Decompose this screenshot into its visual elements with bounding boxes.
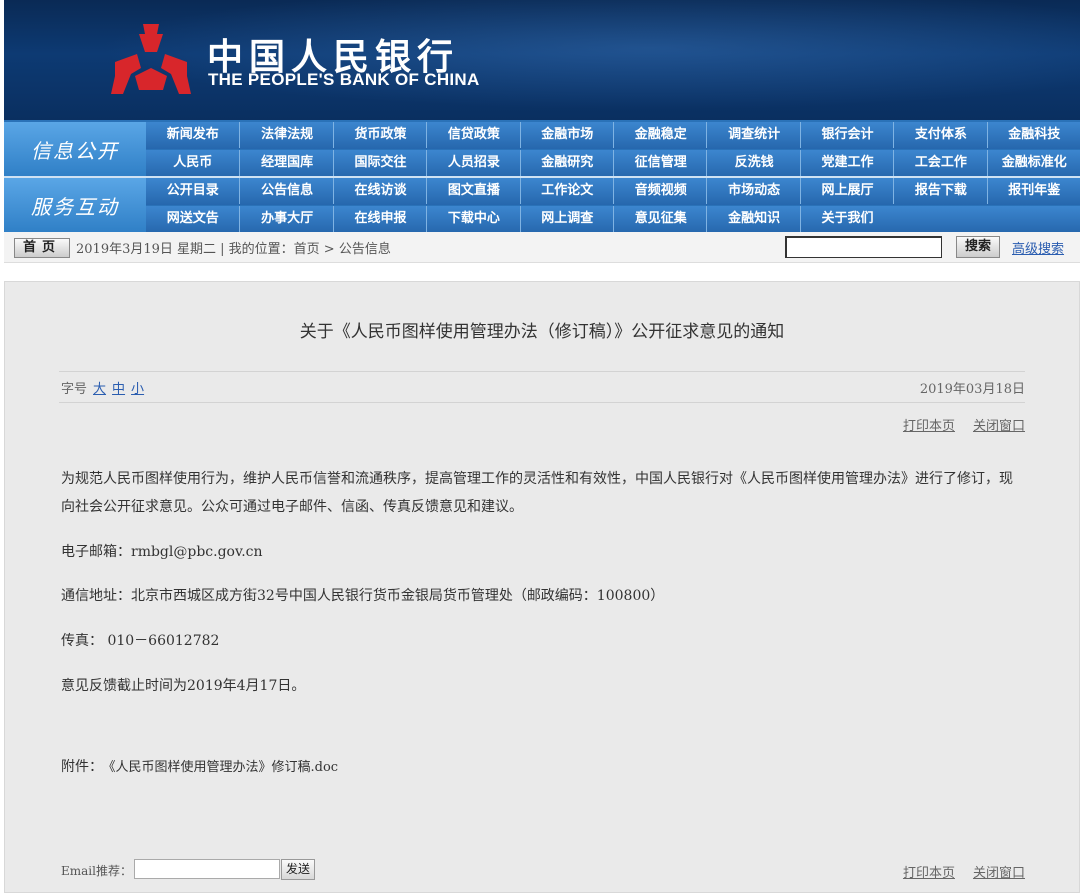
nav-item[interactable]: 图文直播 (426, 178, 520, 204)
nav-item[interactable]: 网送文告 (146, 206, 239, 232)
publish-date: 2019年03月18日 (919, 382, 1025, 397)
nav-info-block: 信息公开 新闻发布 法律法规 货币政策 信贷政策 金融市场 金融稳定 调查统计 银行会计 支付体… (4, 122, 1080, 177)
header-banner: 中国人民银行 THE PEOPLE'S BANK OF CHINA (4, 0, 1080, 120)
nav-item[interactable]: 公告信息 (239, 178, 333, 204)
search-button[interactable]: 搜索 (956, 236, 1000, 258)
close-window-link-bottom[interactable]: 关闭窗口 (973, 866, 1025, 881)
search-input[interactable] (785, 236, 942, 258)
nav-item[interactable]: 关于我们 (799, 206, 894, 232)
nav-item[interactable]: 金融科技 (986, 122, 1080, 148)
print-link[interactable]: 打印本页 (903, 419, 955, 434)
nav-item[interactable]: 新闻发布 (146, 122, 239, 148)
nav-item[interactable]: 网上调查 (519, 206, 614, 232)
article-actions-bottom: 打印本页 关闭窗口 (885, 862, 1025, 881)
main-nav: 信息公开 新闻发布 法律法规 货币政策 信贷政策 金融市场 金融稳定 调查统计 银行会计 支付体… (4, 120, 1080, 233)
nav-item[interactable]: 支付体系 (893, 122, 987, 148)
font-size-medium[interactable]: 中 (112, 382, 125, 397)
attachment: 附件： 《人民币图样使用管理办法》修订稿.doc (61, 756, 338, 776)
nav-item[interactable]: 法律法规 (239, 122, 333, 148)
article-panel: 关于《人民币图样使用管理办法（修订稿）》公开征求意见的通知 字号大中小 2019… (4, 281, 1080, 893)
location-bar: 首页 2019年3月19日 星期二 | 我的位置：首页 > 公告信息 搜索 高级… (4, 232, 1080, 263)
nav-item[interactable]: 人民币 (146, 150, 239, 176)
nav-item[interactable]: 金融知识 (706, 206, 800, 232)
contact-fax: 传真： 010－66012782 (61, 633, 220, 649)
font-size-control: 字号大中小 (61, 378, 144, 397)
bank-name-en: THE PEOPLE'S BANK OF CHINA (208, 70, 480, 89)
contact-email: 电子邮箱：rmbgl@pbc.gov.cn (61, 544, 263, 560)
email-recommend-label: Email推荐： (61, 864, 132, 878)
nav-item[interactable]: 工会工作 (893, 150, 987, 176)
pbc-logo-icon[interactable] (109, 22, 193, 96)
nav-item[interactable]: 工作论文 (519, 178, 614, 204)
nav-item[interactable]: 下载中心 (426, 206, 520, 232)
print-link-bottom[interactable]: 打印本页 (903, 866, 955, 881)
close-window-link[interactable]: 关闭窗口 (973, 419, 1025, 434)
nav-item[interactable]: 经理国库 (239, 150, 333, 176)
advanced-search-link[interactable]: 高级搜索 (1012, 238, 1064, 257)
nav-item[interactable]: 报刊年鉴 (986, 178, 1080, 204)
home-button[interactable]: 首页 (14, 238, 70, 258)
article-paragraph: 为规范人民币图样使用行为，维护人民币信誉和流通秩序，提高管理工作的灵活性和有效性… (61, 471, 1013, 515)
nav-item[interactable]: 调查统计 (706, 122, 800, 148)
nav-item[interactable]: 反洗钱 (706, 150, 800, 176)
nav-info-grid: 新闻发布 法律法规 货币政策 信贷政策 金融市场 金融稳定 调查统计 银行会计 支付体系 金融科技… (146, 122, 1080, 177)
nav-item[interactable]: 信贷政策 (426, 122, 520, 148)
divider (59, 402, 1025, 403)
nav-item[interactable]: 金融研究 (519, 150, 614, 176)
nav-item[interactable]: 征信管理 (613, 150, 707, 176)
email-recommend-input[interactable] (134, 859, 280, 879)
nav-item[interactable]: 网上展厅 (799, 178, 894, 204)
font-size-large[interactable]: 大 (93, 382, 106, 397)
nav-item[interactable]: 金融市场 (519, 122, 614, 148)
nav-info-title[interactable]: 信息公开 (4, 122, 146, 177)
nav-item[interactable]: 货币政策 (332, 122, 427, 148)
nav-item[interactable]: 公开目录 (146, 178, 239, 204)
nav-item[interactable]: 金融稳定 (613, 122, 707, 148)
nav-service-title[interactable]: 服务互动 (4, 178, 146, 233)
nav-item[interactable]: 国际交往 (332, 150, 427, 176)
nav-item[interactable]: 银行会计 (799, 122, 894, 148)
nav-item[interactable]: 音频视频 (613, 178, 707, 204)
attachment-label: 附件： (61, 759, 103, 775)
nav-service-block: 服务互动 公开目录 公告信息 在线访谈 图文直播 工作论文 音频视频 市场动态 网上展厅 报告下… (4, 178, 1080, 233)
send-button[interactable]: 发送 (281, 859, 315, 880)
nav-item[interactable]: 市场动态 (706, 178, 800, 204)
nav-item[interactable]: 报告下载 (893, 178, 987, 204)
breadcrumb: 2019年3月19日 星期二 | 我的位置：首页 > 公告信息 (76, 242, 391, 257)
nav-item[interactable]: 人员招录 (426, 150, 520, 176)
nav-item[interactable]: 意见征集 (613, 206, 707, 232)
nav-item[interactable]: 金融标准化 (986, 150, 1080, 176)
divider (59, 371, 1025, 372)
nav-service-grid: 公开目录 公告信息 在线访谈 图文直播 工作论文 音频视频 市场动态 网上展厅 报告下载 报刊年鉴… (146, 178, 1080, 233)
nav-item[interactable]: 在线申报 (332, 206, 427, 232)
font-size-label: 字号 (61, 382, 88, 397)
article-title: 关于《人民币图样使用管理办法（修订稿）》公开征求意见的通知 (299, 322, 785, 342)
nav-item[interactable]: 办事大厅 (239, 206, 333, 232)
nav-item[interactable]: 党建工作 (799, 150, 894, 176)
deadline-text: 意见反馈截止时间为2019年4月17日。 (61, 678, 306, 694)
nav-item[interactable]: 在线访谈 (332, 178, 427, 204)
attachment-link[interactable]: 《人民币图样使用管理办法》修订稿.doc (109, 760, 338, 775)
font-size-small[interactable]: 小 (131, 382, 144, 397)
contact-address: 通信地址：北京市西城区成方街32号中国人民银行货币金银局货币管理处（邮政编码：1… (61, 588, 665, 604)
article-actions-top: 打印本页 关闭窗口 (885, 415, 1025, 434)
